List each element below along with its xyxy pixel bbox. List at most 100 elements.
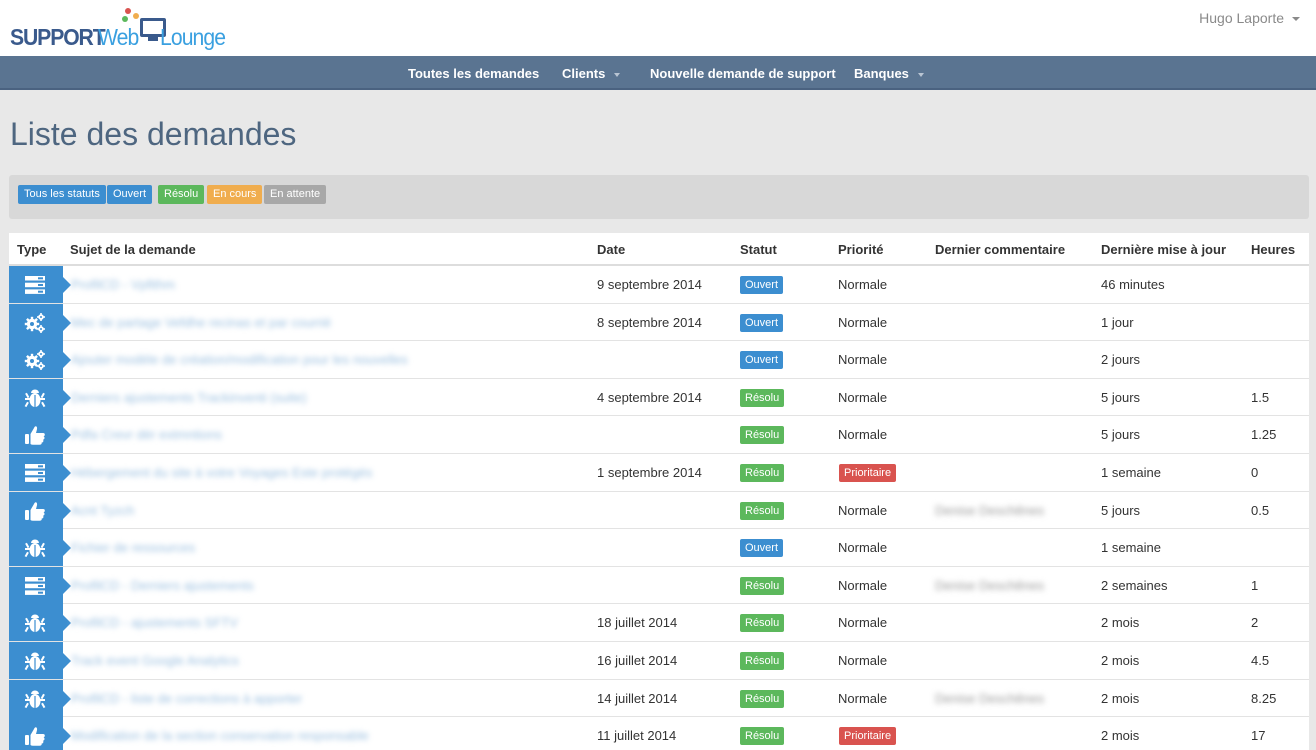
priority-cell: Normale (838, 352, 888, 368)
logo[interactable]: SUPPORT Web Lounge (10, 8, 250, 52)
logo-dot-red (125, 8, 131, 14)
priority-cell: Normale (838, 615, 888, 631)
type-cell (9, 641, 71, 679)
nav-banks[interactable]: Banques (854, 66, 924, 81)
status-filter-bar: Tous les statuts Ouvert Résolu En cours … (9, 175, 1309, 219)
subject-link[interactable]: ProfilCD - liste de corrections à apport… (71, 691, 302, 706)
table-row[interactable]: ProfilCD - liste de corrections à apport… (9, 679, 1309, 718)
user-name: Hugo Laporte (1199, 10, 1284, 26)
chevron-down-icon (1292, 17, 1300, 22)
status-badge: Résolu (740, 614, 785, 633)
subject-link[interactable]: Mec de partage Vefdhe recinas et par cou… (71, 315, 331, 330)
table-row[interactable]: ProfilCD - Vpfithm 9 septembre 2014 Ouvert… (9, 266, 1309, 304)
date-cell: 4 septembre 2014 (597, 389, 702, 405)
subject-link[interactable]: Track event Google Analytics (71, 653, 239, 668)
header-date[interactable]: Date (597, 242, 625, 257)
priority-cell: Normale (838, 314, 888, 330)
table-row[interactable]: Ajouter modèle de création/modification … (9, 341, 1309, 379)
status-badge: Résolu (740, 576, 785, 595)
priority-cell: Normale (838, 277, 888, 292)
subject-link[interactable]: Pdfa Crevr dèr extmntions (71, 427, 222, 442)
status-badge: Ouvert (740, 276, 784, 294)
type-cell (9, 529, 71, 567)
nav-clients[interactable]: Clients (562, 66, 621, 81)
main-nav: Toutes les demandes Clients Nouvelle dem… (0, 56, 1316, 90)
last-update-cell: 1 semaine (1101, 464, 1161, 480)
hours-cell: 2 (1251, 615, 1259, 631)
hours-cell: 1 (1251, 577, 1259, 593)
subject-link[interactable]: Ajouter modèle de création/modification … (71, 352, 408, 367)
table-row[interactable]: Fichier de ressources Ouvert Normale 1 sema… (9, 529, 1309, 567)
last-update-cell: 2 mois (1101, 690, 1140, 706)
status-badge: Résolu (740, 463, 785, 482)
header-hours[interactable]: Heures (1251, 242, 1295, 257)
bug-icon (24, 688, 46, 710)
hours-cell: 4.5 (1251, 652, 1270, 668)
table-row[interactable]: Acnt Tyzch Résolu Normale Denise Deschênes 5… (9, 491, 1309, 530)
filter-resolved[interactable]: Résolu (158, 185, 205, 204)
table-header: Type Sujet de la demande Date Statut Pri… (9, 233, 1309, 266)
hours-cell: 1.5 (1251, 389, 1270, 405)
header-subject[interactable]: Sujet de la demande (70, 242, 196, 257)
status-badge: Ouvert (740, 539, 784, 558)
logo-dot-orange (133, 13, 139, 19)
nav-label: Toutes les demandes (408, 66, 540, 81)
nav-new-request[interactable]: Nouvelle demande de support (650, 66, 836, 81)
header-priority[interactable]: Priorité (838, 242, 884, 257)
type-cell (9, 378, 71, 416)
subject-link[interactable]: Modification de la section conservation … (71, 728, 369, 743)
header-status[interactable]: Statut (740, 242, 777, 257)
subject-link[interactable]: Fichier de ressources (71, 540, 195, 555)
filter-all-statuses[interactable]: Tous les statuts (18, 185, 106, 204)
last-update-cell: 2 mois (1101, 652, 1140, 668)
thumb-icon (24, 500, 46, 522)
status-badge: Résolu (740, 501, 785, 520)
header-type[interactable]: Type (17, 242, 46, 257)
priority-badge: Prioritaire (839, 727, 897, 746)
table-row[interactable]: Track event Google Analytics 16 juillet 2… (9, 641, 1309, 680)
table-row[interactable]: Derniers ajustements Trackinventi (suite… (9, 378, 1309, 417)
filter-waiting[interactable]: En attente (264, 185, 327, 204)
requests-table: Type Sujet de la demande Date Statut Pri… (9, 233, 1309, 750)
subject-link[interactable]: Hébergement du site à votre Voyages Este… (71, 465, 372, 480)
chevron-down-icon (917, 72, 924, 77)
subject-link[interactable]: ProfilCD - Derniers ajustements (71, 578, 254, 593)
nav-all-requests[interactable]: Toutes les demandes (408, 66, 539, 81)
subject-link[interactable]: Acnt Tyzch (71, 503, 134, 518)
table-row[interactable]: ProfilCD - ajustements SFTV 18 juillet 20… (9, 604, 1309, 642)
nav-label: Banques (854, 66, 909, 81)
last-update-cell: 2 mois (1101, 728, 1140, 744)
thumb-icon (24, 424, 46, 446)
table-row[interactable]: ProfilCD - Derniers ajustements Résolu Nor… (9, 566, 1309, 605)
status-badge: Résolu (740, 388, 785, 407)
status-badge: Résolu (740, 426, 785, 445)
chevron-down-icon (614, 72, 621, 77)
filter-in-progress[interactable]: En cours (207, 185, 263, 204)
last-update-cell: 1 jour (1101, 314, 1134, 330)
table-row[interactable]: Mec de partage Vefdhe recinas et par cou… (9, 303, 1309, 342)
subject-link[interactable]: Derniers ajustements Trackinventi (suite… (71, 390, 307, 405)
header-last-comment[interactable]: Dernier commentaire (935, 242, 1065, 257)
status-badge: Ouvert (740, 313, 784, 332)
date-cell: 14 juillet 2014 (597, 690, 678, 706)
bug-icon (24, 537, 46, 559)
user-menu[interactable]: Hugo Laporte (1199, 10, 1300, 26)
bug-icon (24, 650, 46, 672)
filter-open[interactable]: Ouvert (107, 185, 153, 204)
date-cell: 1 septembre 2014 (597, 464, 702, 480)
subject-link[interactable]: ProfilCD - Vpfithm (71, 277, 175, 292)
last-comment-author: Denise Deschênes (935, 502, 1045, 518)
table-row[interactable]: Modification de la section conservation … (9, 717, 1309, 750)
bug-icon (24, 387, 46, 409)
date-cell: 8 septembre 2014 (597, 314, 702, 330)
table-row[interactable]: Hébergement du site à votre Voyages Este… (9, 453, 1309, 492)
type-cell (9, 491, 71, 529)
table-row[interactable]: Pdfa Crevr dèr extmntions Résolu Normale 5 … (9, 416, 1309, 454)
server-icon (24, 575, 46, 597)
last-update-cell: 2 mois (1101, 615, 1140, 631)
subject-link[interactable]: ProfilCD - ajustements SFTV (71, 615, 238, 630)
date-cell: 9 septembre 2014 (597, 277, 702, 292)
date-cell: 18 juillet 2014 (597, 615, 678, 631)
header-last-update[interactable]: Dernière mise à jour (1101, 242, 1226, 257)
priority-cell: Normale (838, 389, 888, 405)
